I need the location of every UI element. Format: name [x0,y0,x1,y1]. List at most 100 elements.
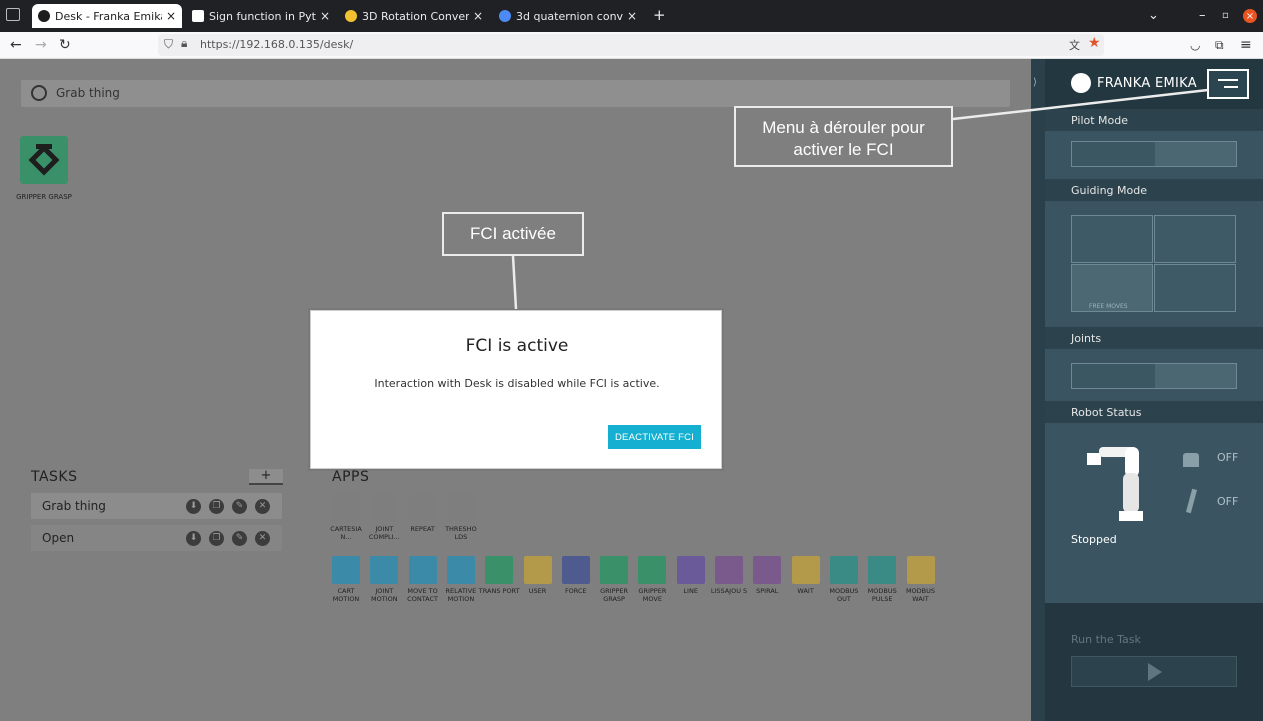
guiding-rotation-option[interactable] [1154,215,1236,263]
edit-icon[interactable]: ✎ [232,499,247,514]
app-icon [332,494,360,522]
guiding-translation-option[interactable] [1071,215,1153,263]
app-tile[interactable]: MODBUS WAIT [899,556,943,603]
close-tab-icon[interactable]: × [627,9,637,23]
browser-tab-quaternion[interactable]: 3d quaternion converter × [493,4,643,28]
copy-icon[interactable]: ❐ [209,531,224,546]
task-name: Grab thing [42,499,106,513]
browser-nav-bar: ← → ↻ ⛉ 🔒︎ https://192.168.0.135/desk/ 文… [0,32,1263,59]
lock-warning-icon[interactable]: 🔒︎ [181,36,187,51]
free-moves-label: FREE MOVES [1089,303,1128,310]
copy-icon[interactable]: ❐ [209,499,224,514]
guiding-user-option[interactable] [1154,264,1236,312]
timeline-app-caption: GRIPPER GRASP [16,193,72,201]
app-icon [408,556,437,584]
app-icon [370,556,399,584]
app-icon [561,556,590,584]
tab-title: 3d quaternion converter [516,9,623,23]
app-icon [370,494,399,522]
download-icon[interactable]: ⬇ [186,499,201,514]
pilot-mode-pilot-option[interactable] [1155,142,1237,166]
brakes-icon [1183,453,1199,467]
pocket-icon[interactable]: ◡ [1190,38,1200,52]
menu-line [1218,79,1238,81]
delete-icon[interactable]: ✕ [255,531,270,546]
collapse-handle-icon[interactable]: ⟩ [1033,77,1037,88]
medium-favicon-icon [192,10,204,22]
hamburger-menu-button[interactable] [1207,69,1249,99]
edit-icon[interactable]: ✎ [232,531,247,546]
pilot-mode-section [1045,131,1263,179]
browser-tab-rotation-converter[interactable]: 3D Rotation Converter - ( × [339,4,489,28]
shield-icon[interactable]: ⛉ [164,37,173,52]
app-icon [600,556,629,584]
add-task-button[interactable]: + [249,469,283,485]
guiding-free-moves-option[interactable]: FREE MOVES [1071,264,1153,312]
app-menu-icon[interactable]: ≡ [1240,37,1252,53]
robot-sidebar: ⟩ FRANKA EMIKA Pilot Mode Guiding Mode F… [1031,59,1263,721]
bookmark-star-icon[interactable]: ★ [1088,35,1101,51]
browser-tab-desk[interactable]: Desk - Franka Emika Gmb × [32,4,182,28]
minimize-icon[interactable]: – [1199,8,1206,23]
timeline-gripper-grasp-app[interactable] [20,136,68,184]
close-tab-icon[interactable]: × [320,9,330,23]
app-icon [753,556,782,584]
joints-unlocked-option[interactable] [1155,364,1237,388]
app-tile[interactable]: THRESHO LDS [439,494,483,541]
reload-icon[interactable]: ↻ [59,37,71,53]
browser-tab-sign-function[interactable]: Sign function in Python ( × [186,4,336,28]
url-bar[interactable]: ⛉ 🔒︎ https://192.168.0.135/desk/ 文 ★ [158,34,1104,56]
pilot-mode-toggle[interactable] [1071,141,1237,167]
brand-name: FRANKA EMIKA [1097,76,1197,91]
deactivate-fci-button[interactable]: DEACTIVATE FCI [608,425,701,449]
task-row[interactable]: Grab thing ⬇ ❐ ✎ ✕ [31,493,282,519]
tab-title: Desk - Franka Emika Gmb [55,9,162,23]
pilot-mode-title: Pilot Mode [1045,109,1263,131]
end-effector-icon [1185,488,1198,514]
gripper-grasp-icon [28,144,60,176]
run-task-button[interactable] [1071,656,1237,687]
play-icon [1148,663,1162,681]
delete-icon[interactable]: ✕ [255,499,270,514]
app-icon [906,556,935,584]
dialog-title: FCI is active [465,336,569,356]
robot-arm-icon [1087,447,1143,521]
app-icon [868,556,897,584]
task-row[interactable]: Open ⬇ ❐ ✎ ✕ [31,525,282,551]
close-window-icon[interactable]: × [1243,9,1257,23]
app-icon [446,556,475,584]
task-name-bar[interactable]: Grab thing [21,80,1010,107]
fci-annotation-callout: FCI activée [442,212,584,256]
tab-overflow-chevron-icon[interactable]: ⌄ [1148,8,1159,23]
franka-emika-logo-icon [1071,73,1091,93]
forward-arrow-icon[interactable]: → [35,37,47,53]
url-text[interactable]: https://192.168.0.135/desk/ [200,38,353,51]
extensions-icon[interactable]: ⧉ [1215,38,1224,53]
guiding-mode-section: FREE MOVES [1045,201,1263,327]
new-tab-button[interactable]: + [653,6,666,24]
menu-annotation-callout: Menu à dérouler pour activer le FCI [734,106,953,167]
guiding-mode-title: Guiding Mode [1045,179,1263,201]
joints-toggle[interactable] [1071,363,1237,389]
google-favicon-icon [499,10,511,22]
app-icon [791,556,820,584]
back-arrow-icon[interactable]: ← [10,37,22,53]
app-icon [485,556,514,584]
fci-active-dialog: FCI is active Interaction with Desk is d… [310,310,722,469]
app-icon [676,556,705,584]
tab-title: 3D Rotation Converter - ( [362,9,469,23]
pilot-mode-desk-option[interactable] [1072,142,1155,166]
sidebar-collapse-strip[interactable]: ⟩ [1031,59,1045,721]
translate-icon[interactable]: 文 [1069,37,1080,53]
close-tab-icon[interactable]: × [473,9,483,23]
close-tab-icon[interactable]: × [166,9,176,23]
joints-locked-option[interactable] [1072,364,1155,388]
tab-list-icon[interactable] [6,8,20,21]
franka-favicon-icon [38,10,50,22]
app-icon [829,556,858,584]
maximize-icon[interactable]: ▫ [1222,10,1229,21]
task-name: Open [42,531,75,545]
globe-icon [31,85,47,101]
download-icon[interactable]: ⬇ [186,531,201,546]
brakes-status: OFF [1217,451,1239,464]
